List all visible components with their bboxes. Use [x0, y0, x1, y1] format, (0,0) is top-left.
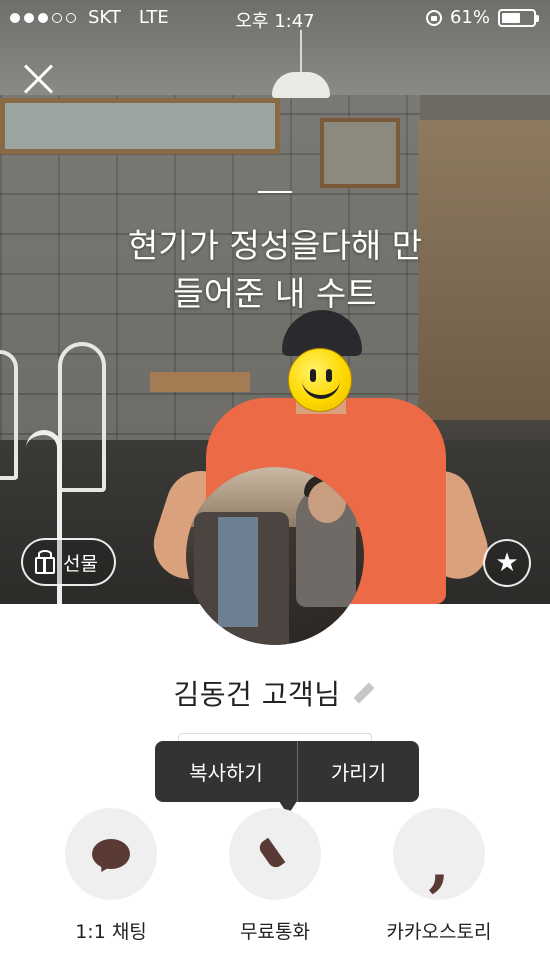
- avatar-shirt: [218, 517, 258, 627]
- free-call-action-circle[interactable]: [229, 808, 321, 900]
- chat-action-circle[interactable]: [65, 808, 157, 900]
- gift-icon: [33, 549, 57, 575]
- phone-handset: [256, 837, 286, 871]
- status-message-line-2: 들어준 내 수트: [173, 274, 377, 313]
- cover-table: [150, 372, 250, 392]
- free-call-action-label: 무료통화: [240, 921, 310, 943]
- pencil-body: [353, 682, 376, 704]
- kakaostory-icon: ,: [428, 826, 450, 899]
- chat-bubble-icon: [92, 839, 130, 869]
- status-message-line-1: 현기가 정성을다해 만: [127, 226, 423, 265]
- gift-button[interactable]: 선물: [21, 538, 116, 586]
- free-call-action-button[interactable]: 무료통화: [195, 808, 355, 944]
- gift-label: 선물: [63, 552, 98, 575]
- avatar-head: [308, 481, 346, 523]
- chat-action-button[interactable]: 1:1 채팅: [31, 808, 191, 944]
- smiley-face-icon: [288, 348, 352, 412]
- battery-icon: [498, 8, 539, 27]
- cover-lamp-cord: [300, 30, 302, 74]
- cover-chair: [58, 342, 106, 492]
- phone-icon: [256, 837, 292, 871]
- battery-fill: [502, 12, 521, 23]
- chat-action-label: 1:1 채팅: [75, 921, 147, 943]
- copy-button[interactable]: 복사하기: [155, 741, 297, 802]
- profile-name: 김동건 고객님: [173, 678, 341, 711]
- favorite-button[interactable]: ★: [483, 539, 531, 587]
- pencil-edit-icon[interactable]: [352, 681, 376, 705]
- orientation-lock-icon: [425, 9, 442, 26]
- close-icon[interactable]: [22, 62, 56, 96]
- battery-percent: 61%: [449, 7, 490, 28]
- profile-actions: 1:1 채팅 무료통화 , 카카오스토리: [0, 808, 550, 948]
- kakaostory-action-button[interactable]: , 카카오스토리: [359, 808, 519, 944]
- status-bar: SKT LTE 오후 1:47 61%: [0, 0, 550, 36]
- cover-chair-2: [0, 350, 18, 480]
- status-message-divider: [258, 191, 292, 193]
- kakaostory-action-label: 카카오스토리: [386, 921, 492, 943]
- status-message: 현기가 정성을다해 만 들어준 내 수트: [60, 222, 490, 318]
- context-tooltip: 복사하기 가리기: [155, 741, 419, 802]
- avatar[interactable]: [186, 467, 364, 645]
- hide-button[interactable]: 가리기: [297, 741, 419, 802]
- smiley-mouth: [302, 379, 340, 399]
- gift-ribbon: [43, 557, 46, 574]
- cover-window: [0, 98, 280, 154]
- kakaostory-action-circle[interactable]: ,: [393, 808, 485, 900]
- star-icon: ★: [495, 548, 519, 578]
- cover-window-2: [320, 118, 400, 188]
- profile-name-row: 김동건 고객님: [0, 673, 550, 713]
- status-right: 61%: [425, 7, 539, 28]
